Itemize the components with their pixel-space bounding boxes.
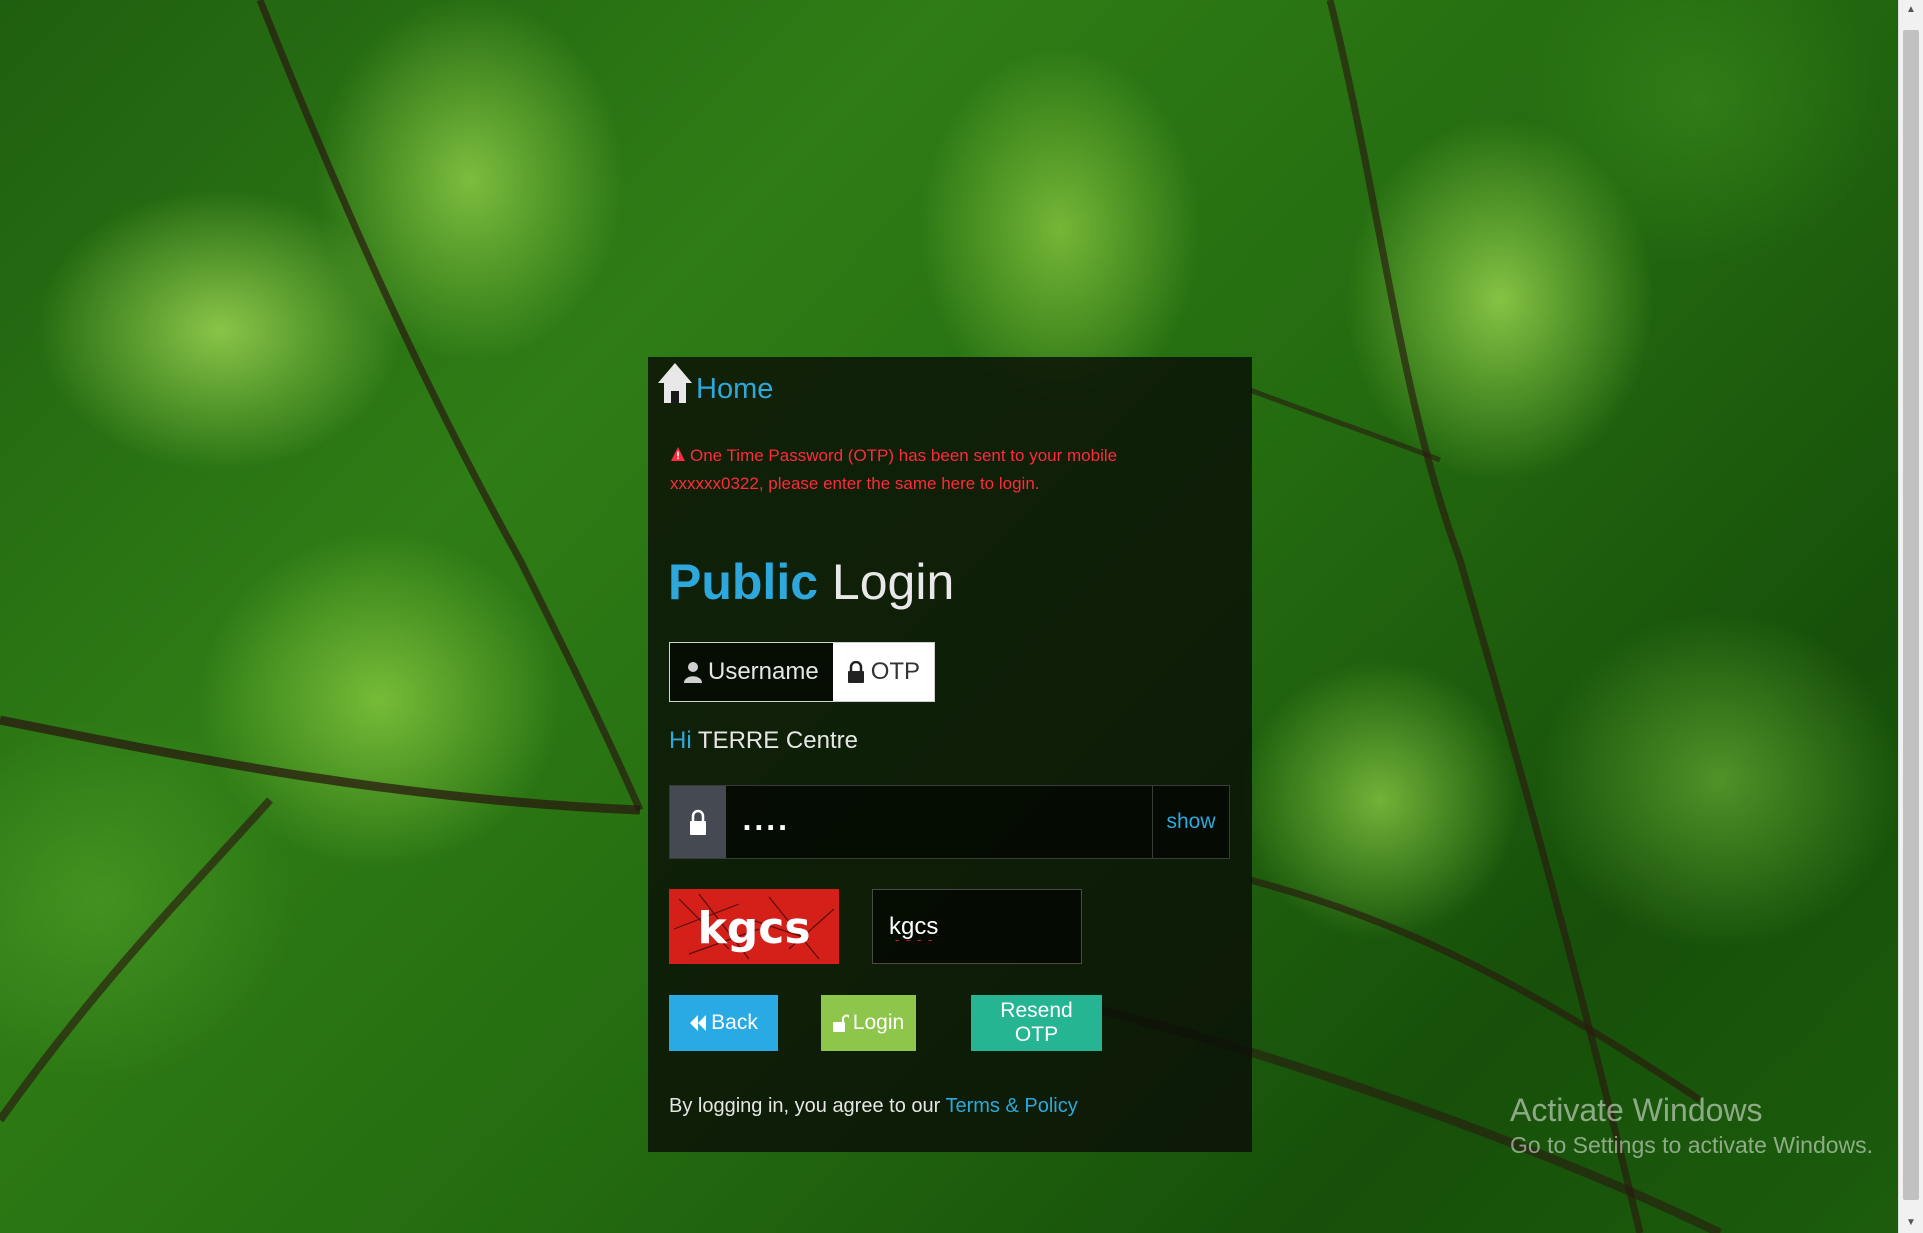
tab-otp[interactable]: OTP: [832, 643, 935, 701]
login-panel: Home One Time Password (OTP) has been se…: [648, 357, 1252, 1152]
login-button[interactable]: Login: [821, 995, 916, 1051]
watermark-subtitle: Go to Settings to activate Windows.: [1510, 1132, 1874, 1158]
title-bold: Public: [668, 554, 819, 610]
back-button-label: Back: [711, 1011, 758, 1034]
terms-notice: By logging in, you agree to our Terms & …: [669, 1095, 1078, 1118]
terms-policy-link[interactable]: Terms & Policy: [945, 1095, 1077, 1117]
backward-icon: [690, 1015, 707, 1031]
vertical-scrollbar[interactable]: ▲ ▼: [1898, 0, 1923, 1233]
otp-lock-addon: [670, 786, 726, 858]
scroll-thumb[interactable]: [1903, 30, 1919, 1200]
unlock-icon: [832, 1014, 849, 1032]
tab-otp-label: OTP: [870, 658, 921, 685]
activate-windows-watermark: Activate Windows Go to Settings to activ…: [1510, 1090, 1873, 1160]
watermark-title: Activate Windows: [1510, 1092, 1763, 1128]
captcha-image: kgcs: [669, 889, 839, 964]
page-background: Home One Time Password (OTP) has been se…: [0, 0, 1923, 1233]
user-greeting: Hi TERRE Centre: [669, 727, 858, 755]
page-title: Public Login: [668, 552, 954, 612]
otp-input-group: show: [669, 785, 1230, 859]
lock-icon: [690, 809, 706, 835]
alert-message: One Time Password (OTP) has been sent to…: [670, 446, 1118, 493]
home-label: Home: [696, 373, 774, 405]
tab-username-label: Username: [708, 658, 819, 685]
captcha-text: kgcs: [697, 903, 810, 954]
tab-username[interactable]: Username: [670, 643, 833, 701]
otp-sent-alert: One Time Password (OTP) has been sent to…: [670, 442, 1210, 498]
login-button-label: Login: [852, 1011, 905, 1034]
back-button[interactable]: Back: [669, 995, 778, 1051]
home-icon: [658, 363, 692, 403]
home-link[interactable]: Home: [656, 357, 773, 407]
greeting-name: TERRE Centre: [691, 727, 858, 754]
greeting-hi: Hi: [669, 727, 692, 754]
user-icon: [684, 662, 702, 683]
login-tabs: Username OTP: [669, 642, 936, 702]
title-rest: Login: [818, 554, 955, 610]
show-otp-button[interactable]: show: [1153, 786, 1229, 858]
lock-icon: [847, 661, 864, 683]
warning-icon: [671, 447, 685, 461]
terms-prefix: By logging in, you agree to our: [669, 1095, 946, 1117]
otp-field[interactable]: [726, 786, 1153, 858]
captcha-field[interactable]: [872, 889, 1082, 964]
scroll-down-arrow-icon[interactable]: ▼: [1899, 1213, 1923, 1233]
resend-otp-button[interactable]: Resend OTP: [971, 995, 1102, 1051]
scroll-up-arrow-icon[interactable]: ▲: [1899, 0, 1923, 20]
